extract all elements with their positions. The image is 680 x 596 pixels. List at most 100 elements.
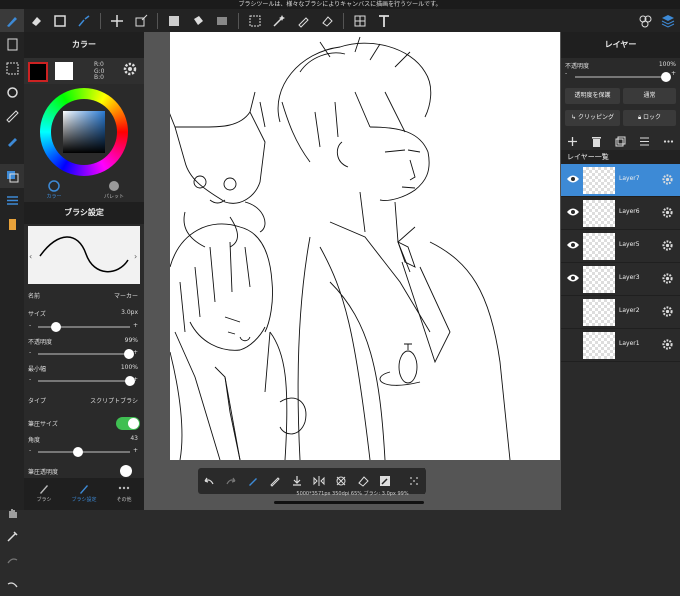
redo-button[interactable] — [220, 470, 242, 492]
layer-row[interactable]: Layer2 — [561, 296, 680, 329]
edit-button[interactable] — [374, 470, 396, 492]
deselect-button[interactable] — [0, 56, 24, 80]
select-pen-button[interactable] — [291, 9, 315, 32]
tab-brush-settings[interactable]: ブラシ設定 — [64, 478, 104, 510]
tab-color[interactable]: カラー — [24, 178, 84, 202]
layer-name: Layer5 — [619, 241, 640, 248]
gradient-tool-button[interactable] — [210, 9, 234, 32]
hand-tool-button[interactable] — [0, 500, 24, 524]
gear-icon[interactable] — [661, 173, 674, 186]
layers-toggle-button[interactable] — [656, 9, 680, 32]
saturation-value-square[interactable] — [63, 111, 105, 153]
save-button[interactable] — [286, 470, 308, 492]
move-icon — [111, 14, 123, 27]
secondary-color-swatch[interactable] — [55, 62, 73, 80]
tab-brush[interactable]: ブラシ — [24, 478, 64, 510]
trash-icon[interactable] — [591, 136, 602, 147]
list-icon — [6, 195, 18, 205]
redo-side-button[interactable] — [0, 548, 24, 572]
eye-icon[interactable] — [566, 240, 580, 250]
undo-side-button[interactable] — [0, 572, 24, 596]
pressure-size-toggle[interactable] — [116, 417, 140, 430]
hue-wheel[interactable] — [40, 88, 128, 176]
gear-icon[interactable] — [661, 338, 674, 351]
layer-row[interactable]: Layer1 — [561, 329, 680, 362]
snap-off-button[interactable] — [330, 470, 352, 492]
move-tool-button[interactable] — [105, 9, 129, 32]
pressure-opacity-toggle[interactable] — [120, 465, 132, 477]
hand-icon — [8, 508, 17, 518]
gear-icon[interactable] — [661, 272, 674, 285]
layer-row[interactable]: Layer7 — [561, 164, 680, 197]
gear-icon[interactable] — [122, 61, 138, 77]
angle-slider-knob[interactable] — [72, 447, 83, 457]
bucket-tool-button[interactable] — [186, 9, 210, 32]
layer-row[interactable]: Layer5 — [561, 230, 680, 263]
tab-other[interactable]: その他 — [104, 478, 144, 510]
fill-tool-button[interactable] — [162, 9, 186, 32]
gear-icon[interactable] — [661, 206, 674, 219]
flip-button[interactable] — [308, 470, 330, 492]
select-rect-icon — [249, 15, 261, 26]
brush-type-value[interactable]: スクリプトブラシ — [90, 396, 138, 405]
rotate-icon — [6, 86, 18, 98]
size-slider-knob[interactable] — [51, 322, 62, 332]
transform-tool-button[interactable] — [129, 9, 153, 32]
layer-name: Layer2 — [619, 307, 640, 314]
brush-list-toggle[interactable] — [0, 188, 24, 212]
shape-tool-button[interactable] — [48, 9, 72, 32]
blend-mode-button[interactable]: 通常 — [623, 88, 676, 104]
frame-divider-button[interactable] — [348, 9, 372, 32]
canvas-status: 5000*3571px 350dpi 65% ブラシ: 3.0px 99% — [296, 491, 409, 497]
canvas-area[interactable]: 5000*3571px 350dpi 65% ブラシ: 3.0px 99% — [144, 32, 561, 510]
redo-icon — [6, 557, 17, 563]
undo-button[interactable] — [198, 470, 220, 492]
brush-name-value[interactable]: マーカー — [114, 291, 138, 300]
layer-list-icon[interactable] — [639, 136, 650, 147]
eraser-quick-button[interactable] — [352, 470, 374, 492]
size-slider[interactable] — [38, 322, 130, 332]
layer-opacity-slider[interactable] — [575, 72, 671, 82]
eraser-tool-button[interactable] — [24, 9, 48, 32]
text-tool-button[interactable] — [372, 9, 396, 32]
rotate-button[interactable] — [0, 80, 24, 104]
drawing-canvas[interactable] — [170, 32, 560, 460]
brush-settings-toggle[interactable] — [0, 212, 24, 236]
gallery-button[interactable] — [0, 32, 24, 56]
primary-color-swatch[interactable] — [28, 62, 48, 82]
eye-icon[interactable] — [566, 273, 580, 283]
eye-icon[interactable] — [566, 174, 580, 184]
select-tool-button[interactable] — [243, 9, 267, 32]
flip-icon — [313, 476, 325, 486]
protect-alpha-button[interactable]: 透明度を保護 — [565, 88, 620, 104]
clipping-button[interactable]: ↳ クリッピング — [565, 110, 620, 126]
snap-button[interactable] — [0, 128, 24, 152]
materials-button[interactable] — [633, 9, 657, 32]
min-width-slider[interactable] — [38, 376, 135, 386]
layer-opacity-slider-knob[interactable] — [661, 72, 671, 82]
ruler-button[interactable] — [0, 104, 24, 128]
add-layer-icon[interactable] — [567, 136, 578, 147]
layer-name: Layer7 — [619, 175, 640, 182]
magic-wand-button[interactable] — [267, 9, 291, 32]
tab-palette[interactable]: パレット — [84, 178, 144, 202]
more-icon[interactable] — [663, 136, 674, 147]
pressure-opacity-label: 筆圧透明度 — [28, 469, 59, 476]
opacity-slider[interactable] — [38, 349, 135, 359]
brush-tool-button[interactable] — [0, 9, 24, 32]
gear-icon[interactable] — [661, 305, 674, 318]
eyedropper-button[interactable] — [0, 524, 24, 548]
lock-button[interactable]: 🔒︎ ロック — [623, 110, 676, 126]
magic-brush-button[interactable] — [72, 9, 96, 32]
layer-row[interactable]: Layer3 — [561, 263, 680, 296]
color-panel-toggle[interactable] — [0, 164, 24, 188]
pen-button[interactable] — [264, 470, 286, 492]
duplicate-icon[interactable] — [615, 136, 626, 147]
select-eraser-button[interactable] — [315, 9, 339, 32]
stabilizer-button[interactable] — [242, 470, 264, 492]
layer-row[interactable]: Layer6 — [561, 197, 680, 230]
gear-icon[interactable] — [661, 239, 674, 252]
brush-settings-icon — [8, 218, 16, 230]
eye-icon[interactable] — [566, 207, 580, 217]
angle-slider[interactable] — [38, 447, 130, 457]
